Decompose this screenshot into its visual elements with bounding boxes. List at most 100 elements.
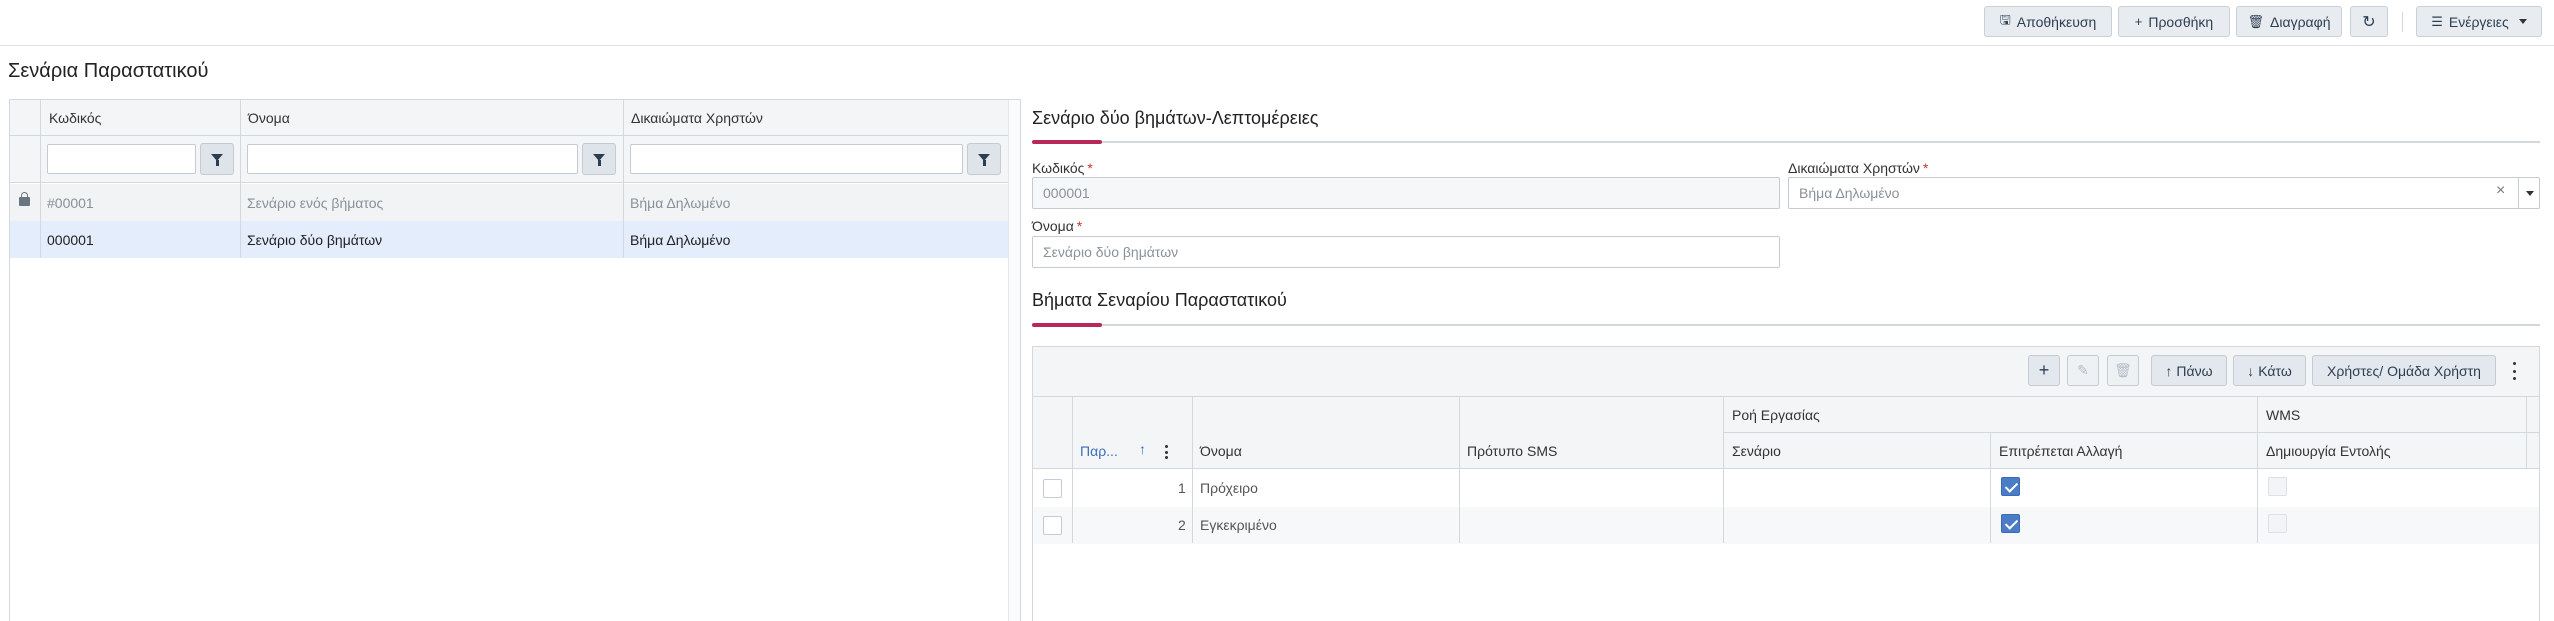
filter-icon bbox=[978, 153, 990, 166]
header-group-divider bbox=[1723, 432, 2539, 433]
grid-header: Κωδικός Όνομα Δικαιώματα Χρηστών bbox=[10, 100, 1020, 136]
name-label: Όνομα * bbox=[1032, 218, 1083, 234]
filter-code-button[interactable] bbox=[200, 143, 234, 175]
table-row[interactable]: 1 Πρόχειρο bbox=[1033, 470, 2539, 507]
filter-rights-button[interactable] bbox=[967, 143, 1001, 175]
group-header-workflow: Ροή Εργασίας bbox=[1732, 407, 1820, 423]
steps-grid: + ✎ 🗑 ↑ Πάνω ↓ Κάτω Χρήστες/ Ομάδα Χρήστη … bbox=[1032, 346, 2540, 621]
column-header-name[interactable]: Όνομα bbox=[1200, 443, 1242, 459]
rights-dropdown[interactable]: Βήμα Δηλωμένο bbox=[1788, 177, 2540, 209]
save-button[interactable]: 🖫 Αποθήκευση bbox=[1984, 6, 2112, 37]
cell-name: Εγκεκριμένο bbox=[1200, 517, 1277, 533]
code-label: Κωδικός * bbox=[1032, 160, 1093, 176]
cell-rights: Βήμα Δηλωμένο bbox=[630, 232, 731, 248]
required-mark: * bbox=[1922, 160, 1929, 176]
required-mark: * bbox=[1087, 160, 1093, 176]
caret-down-icon bbox=[2518, 19, 2527, 24]
filter-name-button[interactable] bbox=[582, 143, 616, 175]
sort-ascending-icon[interactable]: ↑ bbox=[1139, 441, 1146, 457]
column-menu-icon[interactable] bbox=[1164, 445, 1168, 459]
column-divider bbox=[623, 100, 624, 258]
plus-icon: + bbox=[2134, 14, 2143, 29]
dropdown-toggle[interactable] bbox=[2518, 177, 2540, 209]
filter-icon bbox=[593, 153, 605, 166]
column-divider bbox=[1723, 397, 1724, 543]
toolbar-divider bbox=[2402, 12, 2403, 32]
arrow-up-icon: ↑ bbox=[2165, 362, 2173, 379]
filter-icon bbox=[211, 153, 223, 166]
delete-button[interactable]: 🗑 Διαγραφή bbox=[2236, 6, 2342, 37]
cell-order: 2 bbox=[1178, 517, 1186, 533]
delete-step-button[interactable]: 🗑 bbox=[2107, 355, 2139, 386]
refresh-icon: ↻ bbox=[2362, 13, 2376, 31]
column-divider bbox=[40, 100, 41, 258]
scenarios-grid: Κωδικός Όνομα Δικαιώματα Χρηστών #00001 … bbox=[9, 99, 1021, 621]
clear-icon[interactable]: × bbox=[2496, 182, 2505, 200]
lock-icon bbox=[19, 192, 30, 206]
cell-rights: Βήμα Δηλωμένο bbox=[630, 195, 731, 211]
allow-change-checkbox[interactable] bbox=[2001, 514, 2020, 533]
row-select-checkbox[interactable] bbox=[1043, 479, 1062, 498]
column-divider bbox=[2257, 397, 2258, 543]
menu-icon: ☰ bbox=[2431, 13, 2443, 29]
arrow-down-icon: ↓ bbox=[2247, 362, 2255, 379]
add-step-button[interactable]: + bbox=[2028, 355, 2060, 386]
column-header-sms[interactable]: Πρότυπο SMS bbox=[1467, 443, 1557, 459]
users-group-button[interactable]: Χρήστες/ Ομάδα Χρήστη bbox=[2312, 355, 2496, 386]
allow-change-checkbox[interactable] bbox=[2001, 477, 2020, 496]
table-row[interactable]: 000001 Σενάριο δύο βημάτων Βήμα Δηλωμένο bbox=[10, 221, 1020, 258]
steps-title: Βήματα Σεναρίου Παραστατικού bbox=[1032, 290, 1287, 310]
caret-down-icon bbox=[2525, 190, 2534, 196]
cell-name: Σενάριο δύο βημάτων bbox=[247, 232, 383, 248]
vertical-scrollbar[interactable] bbox=[1008, 100, 1020, 621]
create-order-checkbox bbox=[2268, 477, 2287, 496]
steps-grid-header: Ροή Εργασίας WMS Παρ... ↑ Όνομα Πρότυπο … bbox=[1033, 397, 2539, 469]
column-header-scenario[interactable]: Σενάριο bbox=[1732, 443, 1781, 459]
required-mark: * bbox=[1076, 218, 1083, 234]
trash-icon: 🗑 bbox=[2247, 13, 2265, 29]
column-header-order[interactable]: Παρ... bbox=[1080, 443, 1118, 459]
column-divider bbox=[1990, 433, 1991, 543]
column-header-name[interactable]: Όνομα bbox=[248, 110, 290, 126]
top-toolbar: 🖫 Αποθήκευση + Προσθήκη 🗑 Διαγραφή ↻ ☰ Ε… bbox=[0, 0, 2554, 46]
column-header-code[interactable]: Κωδικός bbox=[49, 110, 101, 126]
rights-dropdown-value: Βήμα Δηλωμένο bbox=[1799, 185, 1900, 201]
edit-step-button[interactable]: ✎ bbox=[2067, 355, 2099, 386]
section-accent bbox=[1032, 140, 1102, 144]
move-up-button[interactable]: ↑ Πάνω bbox=[2151, 355, 2227, 386]
steps-grid-toolbar: + ✎ 🗑 ↑ Πάνω ↓ Κάτω Χρήστες/ Ομάδα Χρήστη bbox=[1033, 347, 2539, 397]
details-title: Σενάριο δύο βημάτων-Λεπτομέρειες bbox=[1032, 108, 1319, 128]
table-row[interactable]: 2 Εγκεκριμένο bbox=[1033, 507, 2539, 544]
column-divider bbox=[1459, 397, 1460, 543]
cell-code: 000001 bbox=[47, 232, 94, 248]
more-options-icon[interactable] bbox=[2512, 362, 2516, 380]
filter-name-input[interactable] bbox=[247, 144, 578, 174]
table-row[interactable]: #00001 Σενάριο ενός βήματος Βήμα Δηλωμέν… bbox=[10, 184, 1020, 221]
group-header-wms: WMS bbox=[2266, 407, 2301, 423]
column-header-rights[interactable]: Δικαιώματα Χρηστών bbox=[631, 110, 763, 126]
column-divider bbox=[2526, 397, 2527, 469]
rights-label: Δικαιώματα Χρηστών * bbox=[1788, 160, 1929, 176]
move-down-button[interactable]: ↓ Κάτω bbox=[2233, 355, 2306, 386]
cell-code: #00001 bbox=[47, 195, 94, 211]
grid-filter-row bbox=[10, 136, 1020, 183]
row-select-checkbox[interactable] bbox=[1043, 516, 1062, 535]
name-field[interactable]: Σενάριο δύο βημάτων bbox=[1032, 236, 1780, 268]
page-title: Σενάρια Παραστατικού bbox=[8, 60, 209, 82]
column-header-allow-change[interactable]: Επιτρέπεται Αλλαγή bbox=[1999, 443, 2122, 459]
column-divider bbox=[1072, 397, 1073, 543]
section-divider bbox=[1032, 141, 2540, 143]
column-divider bbox=[1192, 397, 1193, 543]
section-divider bbox=[1032, 324, 2540, 326]
add-button[interactable]: + Προσθήκη bbox=[2118, 6, 2230, 37]
actions-menu-button[interactable]: ☰ Ενέργειες bbox=[2416, 6, 2542, 37]
trash-icon: 🗑 bbox=[2114, 362, 2132, 378]
cell-name: Πρόχειρο bbox=[1200, 480, 1258, 496]
filter-code-input[interactable] bbox=[47, 144, 196, 174]
filter-rights-input[interactable] bbox=[630, 144, 963, 174]
pencil-icon: ✎ bbox=[2077, 362, 2089, 378]
refresh-button[interactable]: ↻ bbox=[2350, 6, 2388, 37]
cell-order: 1 bbox=[1178, 480, 1186, 496]
code-field[interactable]: 000001 bbox=[1032, 177, 1780, 209]
column-header-create-order[interactable]: Δημιουργία Εντολής bbox=[2266, 443, 2391, 459]
